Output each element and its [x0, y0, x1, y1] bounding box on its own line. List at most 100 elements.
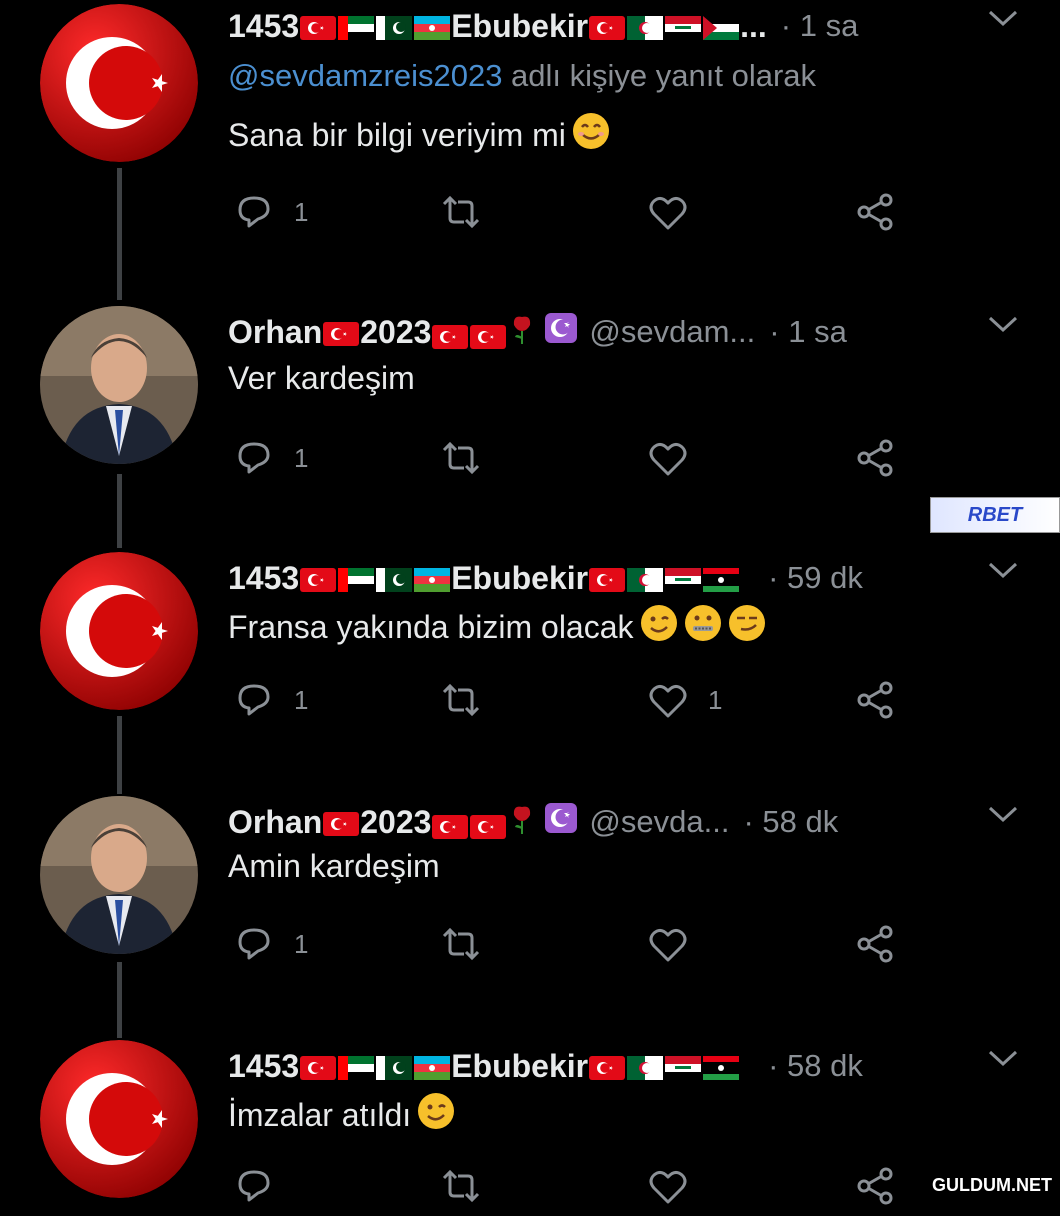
chevron-down-icon[interactable] — [986, 8, 1020, 33]
chevron-down-icon — [988, 806, 1018, 823]
chevron-down-icon[interactable] — [986, 1048, 1020, 1073]
tr-flag-icon — [323, 322, 360, 347]
share-button[interactable] — [854, 924, 898, 964]
timestamp[interactable]: · 59 dk — [768, 560, 863, 596]
star-and-crescent-icon — [545, 803, 578, 833]
ae-flag-icon — [338, 568, 375, 593]
avatar[interactable] — [40, 306, 198, 464]
tweet-header: 1453 Ebubekir ... · 1 sa — [228, 0, 1020, 52]
flag-emojis-icon — [588, 560, 740, 597]
turkish-flag-avatar-icon — [40, 4, 198, 162]
timestamp[interactable]: · 1 sa — [769, 314, 847, 350]
retweet-button[interactable] — [438, 438, 500, 478]
display-name[interactable]: 1453 Ebubekir — [228, 1048, 740, 1085]
tweet[interactable]: 1453 Ebubekir · 59 dk Fransa yakında biz… — [0, 552, 1060, 742]
reply-count: 1 — [294, 196, 309, 227]
reply-button[interactable] — [232, 1166, 294, 1206]
pk-flag-icon — [376, 568, 413, 593]
reply-context-text: adlı kişiye yanıt olarak — [502, 58, 817, 93]
flag-emojis-icon — [299, 8, 451, 45]
retweet-icon — [442, 1169, 480, 1203]
display-name[interactable]: Orhan 2023 — [228, 801, 579, 843]
retweet-icon — [442, 927, 480, 961]
display-name[interactable]: 1453 Ebubekir ... — [228, 8, 767, 45]
dz-flag-icon — [627, 16, 664, 41]
flag-emojis-icon — [322, 314, 360, 351]
mention-link[interactable]: @sevdamzreis2023 — [228, 58, 502, 93]
timestamp[interactable]: · 58 dk — [743, 804, 838, 840]
iq-flag-icon — [665, 568, 702, 593]
ad-label: RBET — [967, 503, 1023, 526]
tr-flag-icon — [432, 324, 469, 349]
iq-flag-icon — [665, 16, 702, 41]
reply-button[interactable]: 1 — [232, 680, 308, 720]
retweet-button[interactable] — [438, 680, 500, 720]
ad-banner[interactable]: RBET — [930, 497, 1060, 533]
turkish-flag-avatar-icon — [40, 1040, 198, 1198]
reply-icon — [238, 928, 270, 960]
like-button[interactable]: 1 — [646, 680, 722, 720]
retweet-button[interactable] — [438, 924, 500, 964]
share-icon — [857, 925, 893, 963]
tr-flag-icon — [589, 568, 626, 593]
handle[interactable]: @sevda... — [589, 804, 729, 840]
timestamp[interactable]: · 1 sa — [781, 8, 859, 44]
share-icon — [857, 439, 893, 477]
tr-flag-icon — [470, 814, 507, 839]
reply-count: 1 — [294, 684, 309, 715]
winking-face-icon — [640, 605, 677, 641]
chevron-down-icon[interactable] — [986, 804, 1020, 829]
flag-emojis-icon — [299, 560, 451, 597]
tweet[interactable]: 1453 Ebubekir · 58 dk İmzalar atıldı — [0, 1040, 1060, 1205]
share-button[interactable] — [854, 438, 898, 478]
display-name[interactable]: 1453 Ebubekir — [228, 560, 740, 597]
reply-button[interactable]: 1 — [232, 192, 308, 232]
chevron-down-icon — [988, 10, 1018, 27]
like-button[interactable] — [646, 438, 708, 478]
tweet[interactable]: 1453 Ebubekir ... · 1 sa @sevdamzreis202… — [0, 0, 1060, 290]
star-and-crescent-icon — [545, 313, 578, 343]
reply-button[interactable]: 1 — [232, 924, 308, 964]
avatar[interactable] — [40, 4, 198, 162]
retweet-button[interactable] — [438, 1166, 500, 1206]
tr-flag-icon — [300, 568, 337, 593]
share-button[interactable] — [854, 192, 898, 232]
timestamp[interactable]: · 58 dk — [768, 1048, 863, 1084]
chevron-down-icon[interactable] — [986, 560, 1020, 585]
avatar[interactable] — [40, 1040, 198, 1198]
flag-emojis-icon — [322, 804, 360, 841]
like-button[interactable] — [646, 192, 708, 232]
share-icon — [857, 1167, 893, 1205]
display-name[interactable]: Orhan 2023 — [228, 311, 579, 353]
zipper-mouth-face-icon — [684, 605, 721, 641]
reply-icon — [238, 196, 270, 228]
tweet[interactable]: Orhan 2023 @sevda... · 58 dk Amin kardeş… — [0, 796, 1060, 986]
tweet-header: 1453 Ebubekir · 58 dk — [228, 1040, 1020, 1092]
tr-flag-icon — [589, 1056, 626, 1081]
heart-icon — [649, 928, 687, 962]
avatar[interactable] — [40, 552, 198, 710]
chevron-down-icon[interactable] — [986, 314, 1020, 339]
tweet[interactable]: Orhan 2023 @sevdam... · 1 sa Ver kardeşi… — [0, 306, 1060, 496]
tweet-text: İmzalar atıldı — [228, 1092, 455, 1138]
heart-icon — [649, 1170, 687, 1204]
reply-icon — [238, 442, 270, 474]
dz-flag-icon — [627, 1056, 664, 1081]
like-button[interactable] — [646, 924, 708, 964]
reply-count: 1 — [294, 928, 309, 959]
avatar[interactable] — [40, 796, 198, 954]
share-button[interactable] — [854, 680, 898, 720]
tweet-text: Ver kardeşim — [228, 360, 415, 396]
reply-button[interactable]: 1 — [232, 438, 308, 478]
ly-flag-icon — [703, 1056, 740, 1081]
turkish-flag-avatar-icon — [40, 552, 198, 710]
handle[interactable]: @sevdam... — [589, 314, 755, 350]
heart-icon — [649, 196, 687, 230]
reply-context: @sevdamzreis2023 adlı kişiye yanıt olara… — [228, 58, 816, 94]
share-button[interactable] — [854, 1166, 898, 1206]
winking-face-icon — [418, 1093, 455, 1129]
person-photo-avatar-icon — [40, 306, 198, 464]
tr-flag-icon — [300, 16, 337, 41]
retweet-button[interactable] — [438, 192, 500, 232]
like-button[interactable] — [646, 1166, 708, 1206]
